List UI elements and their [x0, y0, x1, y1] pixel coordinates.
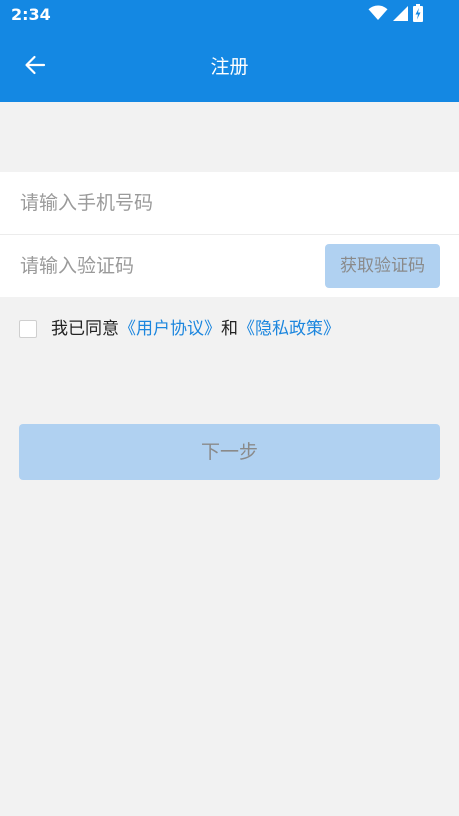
- status-time: 2:34: [11, 5, 51, 24]
- code-row: 获取验证码: [0, 235, 459, 297]
- agreement-connector: 和: [221, 319, 238, 339]
- verification-code-input[interactable]: [20, 235, 310, 297]
- user-agreement-link[interactable]: 《用户协议》: [119, 319, 221, 339]
- get-code-button[interactable]: 获取验证码: [325, 244, 440, 288]
- phone-row: [0, 172, 459, 234]
- status-icons: [368, 4, 423, 26]
- page-title: 注册: [210, 56, 249, 78]
- agreement-prefix: 我已同意: [51, 319, 119, 339]
- signal-icon: [393, 5, 408, 25]
- next-step-button[interactable]: 下一步: [19, 424, 440, 480]
- agreement-row: 我已同意《用户协议》和《隐私政策》: [19, 318, 340, 340]
- app-bar: 注册: [0, 32, 459, 102]
- agree-checkbox[interactable]: [19, 320, 37, 338]
- privacy-policy-link[interactable]: 《隐私政策》: [238, 319, 340, 339]
- wifi-icon: [368, 5, 388, 25]
- phone-input[interactable]: [20, 172, 440, 234]
- status-bar: 2:34: [0, 0, 459, 32]
- battery-charging-icon: [413, 4, 423, 26]
- register-form: 获取验证码: [0, 172, 459, 297]
- agreement-text: 我已同意《用户协议》和《隐私政策》: [51, 318, 340, 340]
